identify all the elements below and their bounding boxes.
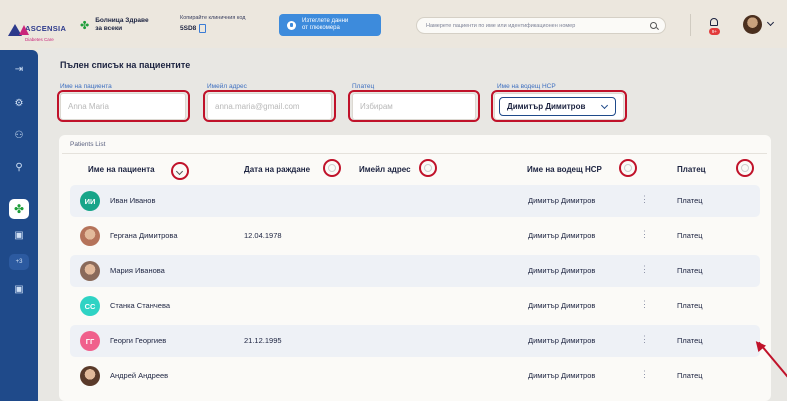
bell-icon <box>710 18 718 26</box>
patient-payer: Платец <box>677 231 703 240</box>
clinic-clover-icon[interactable]: ✤ <box>9 199 29 219</box>
patient-name-label: Име на пациента <box>60 83 112 90</box>
avatar-initials: ИИ <box>80 191 100 211</box>
sort-icon <box>624 164 632 172</box>
copy-icon[interactable] <box>199 24 207 33</box>
download-meter-data-button[interactable]: Изтеглете данни от глюкомера <box>279 14 381 36</box>
more-options-icon[interactable]: ⋮ <box>640 264 649 275</box>
patient-name: Мария Иванова <box>110 266 165 275</box>
table-row[interactable]: СС Станка Станчева Димитър Димитров Платец ⋮ <box>70 290 760 322</box>
clinic-code: Копирайте клиничния код 5SD8 <box>180 15 246 33</box>
hcp-label: Име на водещ HCP <box>497 83 556 90</box>
sort-payer-button[interactable] <box>736 159 754 177</box>
more-options-icon[interactable]: ⋮ <box>640 299 649 310</box>
patient-hcp: Димитър Димитров <box>528 231 596 240</box>
clinic-selector[interactable]: ✤ Болница Здраве за всеки <box>80 17 149 33</box>
table-row[interactable]: ГГ Георги Георгиев 21.12.1995 Димитър Димит… <box>70 325 760 357</box>
more-options-icon[interactable]: ⋮ <box>640 229 649 240</box>
sort-hcp-button[interactable] <box>619 159 637 177</box>
patient-name: Гергана Димитрова <box>110 231 178 240</box>
patient-dob: 12.04.1978 <box>244 231 282 240</box>
patient-name: Андрей Андреев <box>110 371 169 380</box>
more-options-icon[interactable]: ⋮ <box>640 369 649 380</box>
clinic-add-icon[interactable]: ▣ <box>12 228 26 242</box>
sort-icon <box>741 164 749 172</box>
highlight-box <box>203 90 336 122</box>
chevron-down-icon <box>175 167 184 176</box>
top-bar: ASCENSIA Diabetes Care ✤ Болница Здраве … <box>0 0 787 48</box>
export-label-line1: Изтеглете данни <box>302 18 349 24</box>
logo-text: ASCENSIA <box>25 24 67 33</box>
col-header-hcp[interactable]: Име на водещ HCP <box>527 165 602 174</box>
clinic-name-line1: Болница Здраве <box>95 17 149 24</box>
col-header-dob[interactable]: Дата на раждане <box>244 165 310 174</box>
patient-dob: 21.12.1995 <box>244 336 282 345</box>
search-icon[interactable] <box>650 22 657 29</box>
divider <box>62 153 767 154</box>
patient-hcp: Димитър Димитров <box>528 266 596 275</box>
page-title: Пълен списък на пациентите <box>60 60 191 70</box>
avatar <box>80 261 100 281</box>
patient-payer: Платец <box>677 336 703 345</box>
clinic-code-label: Копирайте клиничния код <box>180 15 246 21</box>
ascensia-logo[interactable]: ASCENSIA Diabetes Care <box>8 18 66 42</box>
sort-icon <box>424 164 432 172</box>
avatar <box>80 366 100 386</box>
patient-payer: Платец <box>677 196 703 205</box>
patient-payer: Платец <box>677 301 703 310</box>
sidebar: ⇥ ⚙ ⚇ ⚲ ✤ ▣ +3 ▣ <box>0 50 38 401</box>
payer-label: Платец <box>352 83 375 90</box>
col-header-email[interactable]: Имейл адрес <box>359 165 411 174</box>
notification-badge: 9+ <box>709 28 720 35</box>
patient-hcp: Димитър Димитров <box>528 196 596 205</box>
col-header-payer[interactable]: Платец <box>677 165 706 174</box>
logo-mark-icon <box>8 24 29 36</box>
highlight-box <box>57 90 190 122</box>
patient-hcp: Димитър Димитров <box>528 336 596 345</box>
clinic-code-value: 5SD8 <box>180 25 197 32</box>
sort-name-button[interactable] <box>171 162 189 180</box>
table-row[interactable]: Андрей Андреев Димитър Димитров Платец ⋮ <box>70 360 760 392</box>
more-clinics-badge[interactable]: +3 <box>9 254 29 270</box>
highlight-box <box>348 90 480 122</box>
col-header-name[interactable]: Име на пациента <box>88 165 155 174</box>
patient-name: Георги Георгиев <box>110 336 167 345</box>
sort-dob-button[interactable] <box>323 159 341 177</box>
avatar-initials: ГГ <box>80 331 100 351</box>
search-placeholder: Намерете пациенти по име или идентификац… <box>426 22 576 29</box>
patient-name: Иван Иванов <box>110 196 156 205</box>
avatar-initials: СС <box>80 296 100 316</box>
chevron-down-icon[interactable] <box>766 18 775 27</box>
download-icon <box>287 20 296 30</box>
sort-email-button[interactable] <box>419 159 437 177</box>
table-row[interactable]: Мария Иванова Димитър Димитров Платец ⋮ <box>70 255 760 287</box>
clover-icon: ✤ <box>80 19 90 32</box>
patient-payer: Платец <box>677 371 703 380</box>
patients-list-title: Patients List <box>70 141 106 148</box>
patient-search-input[interactable]: Намерете пациенти по име или идентификац… <box>416 17 666 34</box>
more-options-icon[interactable]: ⋮ <box>640 194 649 205</box>
patient-name: Станка Станчева <box>110 301 171 310</box>
sort-icon <box>328 164 336 172</box>
highlight-box <box>491 90 627 122</box>
logo-subtext: Diabetes Care <box>25 37 54 42</box>
more-options-icon[interactable]: ⋮ <box>640 334 649 345</box>
users-icon[interactable]: ⚇ <box>12 128 26 142</box>
clinic-name-line2: за всеки <box>95 25 123 32</box>
patient-payer: Платец <box>677 266 703 275</box>
patient-hcp: Димитър Димитров <box>528 371 596 380</box>
avatar <box>80 226 100 246</box>
settings-icon[interactable]: ⚙ <box>12 96 26 110</box>
export-label-line2: от глюкомера <box>302 25 340 31</box>
patient-hcp: Димитър Димитров <box>528 301 596 310</box>
clinic-add-icon-2[interactable]: ▣ <box>12 282 26 296</box>
user-avatar[interactable] <box>743 15 762 34</box>
add-user-icon[interactable]: ⚲ <box>12 160 26 174</box>
divider <box>690 14 691 36</box>
notifications-button[interactable]: 9+ <box>707 16 721 35</box>
logout-icon[interactable]: ⇥ <box>12 62 26 76</box>
table-row[interactable]: ИИ Иван Иванов Димитър Димитров Платец ⋮ <box>70 185 760 217</box>
email-label: Имейл адрес <box>207 83 247 90</box>
table-row[interactable]: Гергана Димитрова 12.04.1978 Димитър Димит… <box>70 220 760 252</box>
